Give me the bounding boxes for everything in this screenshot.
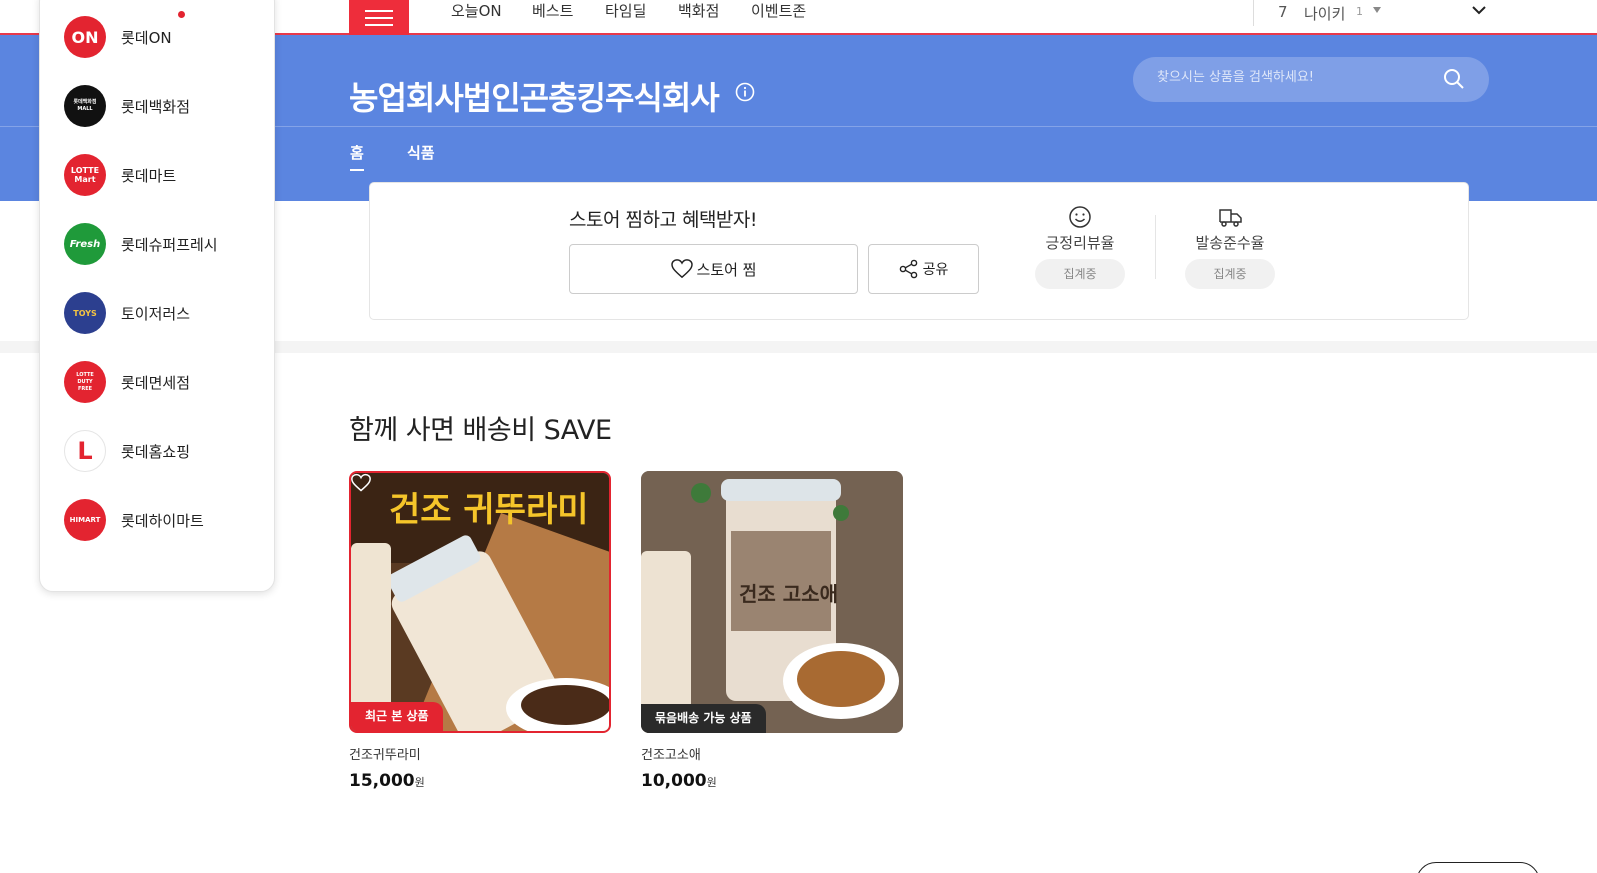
- product-image[interactable]: 건조 귀뚜라미 최근 본 상품: [349, 471, 611, 733]
- lotte-on-logo: ON: [64, 16, 106, 58]
- currency: 원: [706, 776, 717, 789]
- product-card[interactable]: 건조 귀뚜라미 최근 본 상품 건조귀뚜라미 15,000원: [349, 471, 611, 791]
- wish-label: 스토어 찜: [696, 260, 757, 279]
- hamburger-menu-button[interactable]: [349, 0, 409, 35]
- side-item-lotte-mart[interactable]: LOTTE Mart 롯데마트: [64, 153, 264, 197]
- nav-item-department[interactable]: 백화점: [678, 0, 719, 21]
- ranking-keyword[interactable]: 나이키: [1304, 3, 1345, 24]
- positive-review-stat: 긍정리뷰율 집계중: [1025, 205, 1135, 289]
- product-photo: 건조 고소애: [641, 471, 903, 733]
- side-item-lotte-department[interactable]: 롯데백화점 MALL 롯데백화점: [64, 84, 264, 128]
- product-image-title: 건조 귀뚜라미: [389, 490, 589, 530]
- tab-home[interactable]: 홈: [350, 142, 364, 171]
- lotte-himart-logo: HIMART: [64, 499, 106, 541]
- shipping-compliance-stat: 발송준수율 집계중: [1175, 205, 1285, 289]
- product-price: 10,000원: [641, 771, 903, 791]
- product-image[interactable]: 건조 고소애 묶음배송 가능 상품: [641, 471, 903, 733]
- nav-item-today-on[interactable]: 오늘ON: [451, 0, 502, 21]
- share-icon: [899, 259, 917, 279]
- store-wish-button[interactable]: 스토어 찜: [569, 244, 858, 294]
- stat-value: 집계중: [1185, 259, 1275, 289]
- ranking-number[interactable]: 7: [1278, 3, 1288, 21]
- side-item-label: 롯데면세점: [121, 373, 191, 392]
- nav-item-best[interactable]: 베스트: [532, 0, 573, 21]
- price-value: 15,000: [349, 771, 415, 791]
- share-label: 공유: [922, 262, 949, 278]
- product-name[interactable]: 건조귀뚜라미: [349, 744, 611, 763]
- stat-label: 발송준수율: [1195, 234, 1265, 252]
- lotte-department-logo: 롯데백화점 MALL: [64, 85, 106, 127]
- lotte-family-menu: ON 롯데ON 롯데백화점 MALL 롯데백화점 LOTTE Mart 롯데마트…: [39, 0, 275, 592]
- side-item-label: 롯데슈퍼프레시: [121, 235, 218, 254]
- share-button[interactable]: 공유: [868, 244, 979, 294]
- product-photo: 건조 귀뚜라미: [351, 473, 609, 731]
- side-item-label: 롯데마트: [121, 166, 177, 185]
- section-title: 함께 사면 배송비 SAVE: [349, 415, 612, 446]
- product-card[interactable]: 건조 고소애 묶음배송 가능 상품 건조고소애 10,000원: [641, 471, 903, 791]
- heart-icon: [670, 259, 693, 279]
- toysrus-logo: TOYS: [64, 292, 106, 334]
- info-icon[interactable]: [735, 82, 755, 102]
- side-item-lotte-home-shopping[interactable]: L 롯데홈쇼핑: [64, 429, 264, 473]
- store-title: 농업회사법인곤충킹주식회사: [349, 79, 720, 117]
- bundle-shipping-badge: 묶음배송 가능 상품: [641, 704, 766, 733]
- chevron-down-icon[interactable]: [1470, 1, 1488, 19]
- side-item-lotte-duty-free[interactable]: LOTTE DUTY FREE 롯데면세점: [64, 360, 264, 404]
- lotte-mart-logo: LOTTE Mart: [64, 154, 106, 196]
- search-icon[interactable]: [1443, 68, 1465, 90]
- more-button[interactable]: [1416, 862, 1540, 873]
- nav-item-event-zone[interactable]: 이벤트존: [751, 0, 806, 21]
- stat-value: 집계중: [1035, 259, 1125, 289]
- wish-promo-text: 스토어 찜하고 혜택받자!: [569, 209, 758, 231]
- side-item-label: 롯데하이마트: [121, 511, 204, 530]
- notification-dot: [178, 11, 185, 18]
- product-price: 15,000원: [349, 771, 611, 791]
- smile-icon: [1069, 206, 1091, 228]
- side-item-label: 토이저러스: [121, 304, 191, 323]
- rank-down-arrow-icon: [1373, 7, 1381, 13]
- product-name[interactable]: 건조고소애: [641, 744, 903, 763]
- side-item-label: 롯데백화점: [121, 97, 191, 116]
- lotte-duty-free-logo: LOTTE DUTY FREE: [64, 361, 106, 403]
- product-image-title: 건조 고소애: [739, 582, 838, 606]
- side-item-toysrus[interactable]: TOYS 토이저러스: [64, 291, 264, 335]
- side-item-lotte-on[interactable]: ON 롯데ON: [64, 15, 264, 59]
- currency: 원: [414, 776, 425, 789]
- stat-label: 긍정리뷰율: [1045, 234, 1115, 252]
- truck-icon: [1219, 209, 1242, 227]
- store-search-box: [1133, 57, 1489, 102]
- heart-icon[interactable]: [351, 473, 371, 493]
- store-info-card: 스토어 찜하고 혜택받자! 스토어 찜 공유 긍정리뷰율 집계중 발송준수율 집…: [369, 182, 1469, 320]
- lotte-super-fresh-logo: Fresh: [64, 223, 106, 265]
- ranking-change: 1: [1356, 5, 1363, 18]
- search-input[interactable]: [1157, 70, 1437, 85]
- side-item-lotte-himart[interactable]: HIMART 롯데하이마트: [64, 498, 264, 542]
- tab-food[interactable]: 식품: [407, 142, 435, 169]
- nav-item-timedeal[interactable]: 타임딜: [605, 0, 646, 21]
- side-item-lotte-super-fresh[interactable]: Fresh 롯데슈퍼프레시: [64, 222, 264, 266]
- divider: [1253, 0, 1254, 26]
- lotte-home-shopping-logo: L: [64, 430, 106, 472]
- side-item-label: 롯데홈쇼핑: [121, 442, 191, 461]
- recent-viewed-badge: 최근 본 상품: [351, 702, 443, 731]
- divider: [1155, 215, 1156, 279]
- side-item-label: 롯데ON: [121, 28, 172, 47]
- price-value: 10,000: [641, 771, 707, 791]
